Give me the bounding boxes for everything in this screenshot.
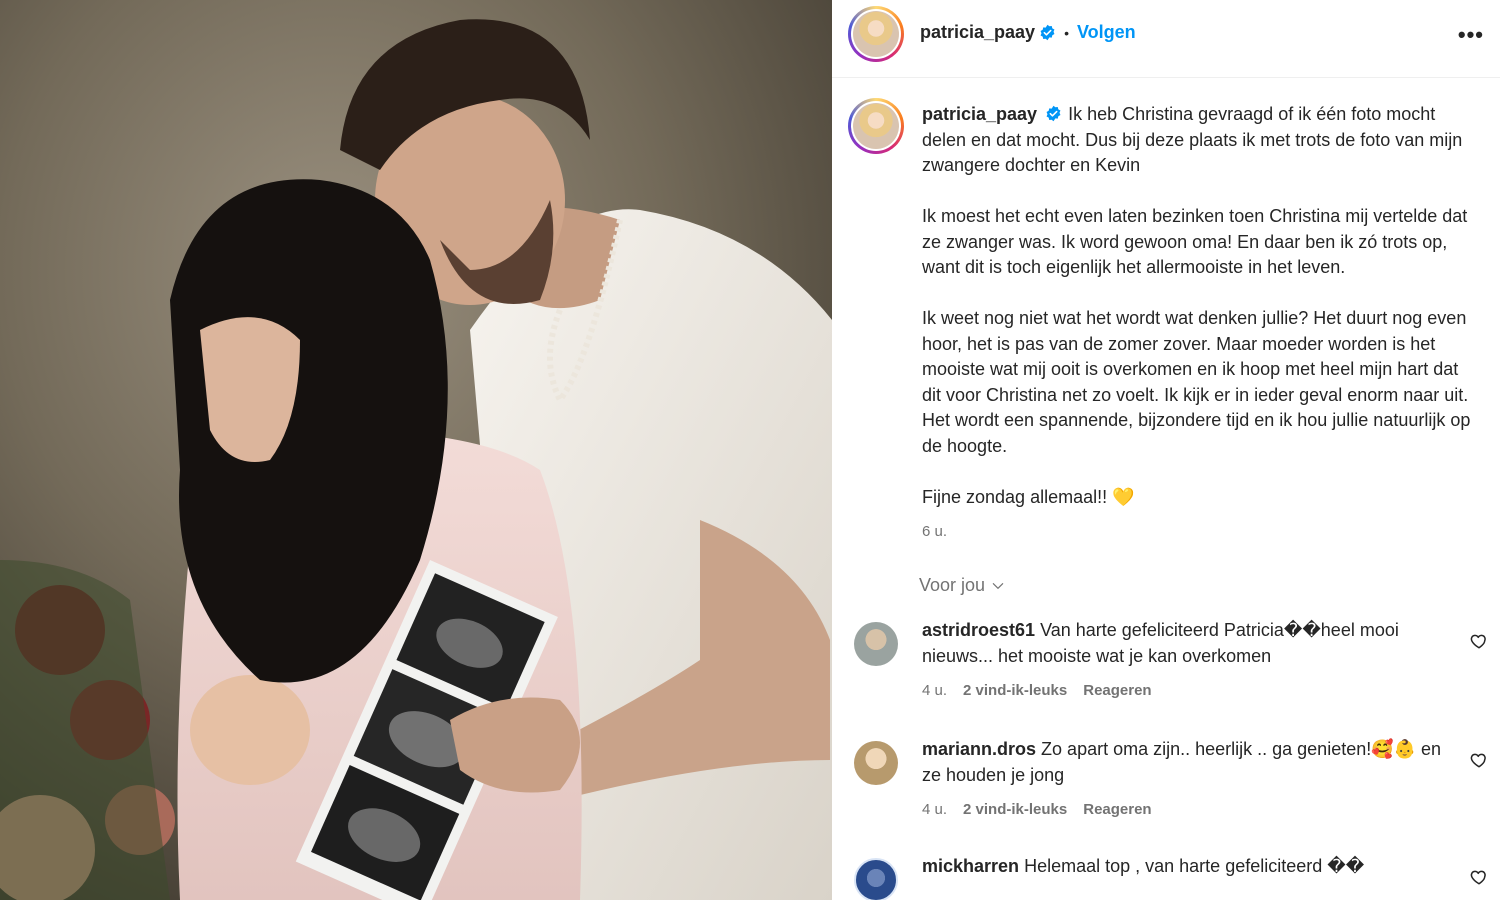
comment-body: Helemaal top , van harte gefeliciteerd �… bbox=[1024, 856, 1365, 876]
commenter-username[interactable]: astridroest61 bbox=[922, 620, 1035, 640]
reply-button[interactable]: Reageren bbox=[1083, 682, 1151, 699]
commenter-username[interactable]: mariann.dros bbox=[922, 739, 1036, 759]
caption-text: patricia_paay Ik heb Christina gevraagd … bbox=[922, 102, 1472, 536]
heart-outline-icon[interactable] bbox=[1470, 751, 1488, 769]
comment-time[interactable]: 4 u. bbox=[922, 682, 947, 699]
comment-time[interactable]: 4 u. bbox=[922, 801, 947, 818]
comment-text: astridroest61 Van harte gefeliciteerd Pa… bbox=[922, 618, 1442, 669]
verified-icon bbox=[1046, 105, 1061, 122]
follow-button[interactable]: Volgen bbox=[1077, 22, 1136, 43]
caption-closing: Fijne zondag allemaal!! 💛 bbox=[922, 485, 1472, 511]
caption-avatar[interactable] bbox=[848, 98, 904, 154]
post-photo[interactable] bbox=[0, 0, 832, 900]
separator-dot: • bbox=[1064, 24, 1069, 41]
post-timestamp[interactable]: 6 u. bbox=[922, 523, 947, 540]
comment-likes[interactable]: 2 vind-ik-leuks bbox=[963, 801, 1067, 818]
commenter-avatar[interactable] bbox=[854, 858, 898, 900]
comment-text: mariann.dros Zo apart oma zijn.. heerlij… bbox=[922, 737, 1442, 788]
caption-paragraph-2: Ik moest het echt even laten bezinken to… bbox=[922, 206, 1468, 277]
caption-username[interactable]: patricia_paay bbox=[922, 104, 1037, 124]
post-header: patricia_paay • Volgen ••• bbox=[832, 0, 1500, 78]
reply-button[interactable]: Reageren bbox=[1083, 801, 1151, 818]
caption-closing-text: Fijne zondag allemaal!! bbox=[922, 486, 1108, 507]
author-username[interactable]: patricia_paay bbox=[920, 22, 1035, 43]
commenter-avatar[interactable] bbox=[854, 741, 898, 785]
heart-outline-icon[interactable] bbox=[1470, 868, 1488, 886]
comment-meta: 4 u. 2 vind-ik-leuks Reageren bbox=[922, 801, 1152, 818]
comment-text: mickharren Helemaal top , van harte gefe… bbox=[922, 854, 1442, 880]
chevron-down-icon bbox=[992, 582, 1004, 589]
post-panel: patricia_paay • Volgen ••• patricia_paay… bbox=[832, 0, 1500, 900]
comment-likes[interactable]: 2 vind-ik-leuks bbox=[963, 682, 1067, 699]
commenter-username[interactable]: mickharren bbox=[922, 856, 1019, 876]
for-you-label: Voor jou bbox=[919, 575, 986, 595]
caption-paragraph-3: Ik weet nog niet wat het wordt wat denke… bbox=[922, 308, 1471, 456]
caption-paragraph-1: patricia_paay Ik heb Christina gevraagd … bbox=[922, 102, 1472, 179]
yellow-heart-icon: 💛 bbox=[1112, 486, 1135, 507]
for-you-toggle[interactable]: Voor jou bbox=[919, 575, 1005, 596]
heart-outline-icon[interactable] bbox=[1470, 632, 1488, 650]
more-icon[interactable]: ••• bbox=[1458, 22, 1484, 48]
photo-illustration bbox=[0, 0, 832, 900]
verified-icon bbox=[1040, 24, 1055, 41]
commenter-avatar[interactable] bbox=[854, 622, 898, 666]
comment-meta: 4 u. 2 vind-ik-leuks Reageren bbox=[922, 682, 1152, 699]
author-avatar[interactable] bbox=[848, 6, 904, 62]
